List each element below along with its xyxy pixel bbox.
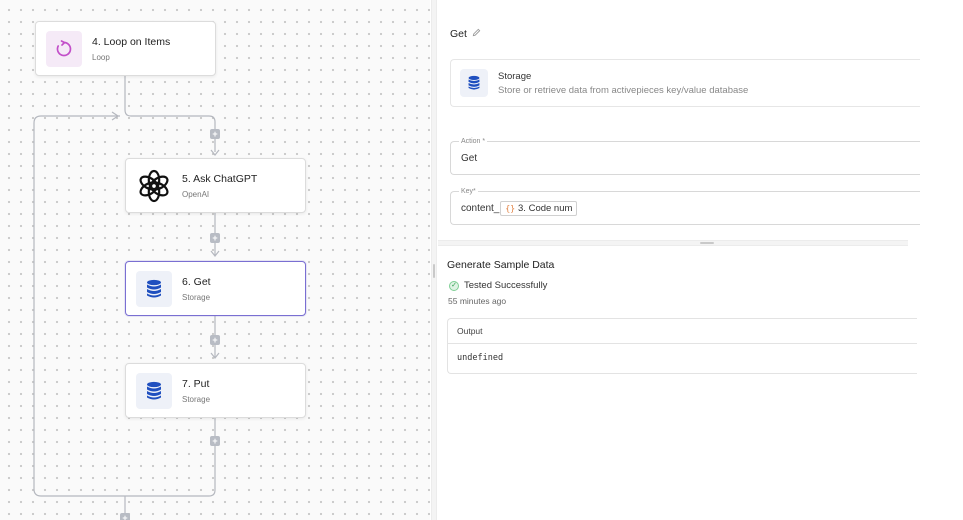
step-subtitle: Storage <box>182 293 211 302</box>
key-label: Key* <box>459 187 478 196</box>
step-settings-panel: Get Storage Store or retrieve data from … <box>438 0 920 520</box>
step-card-ask-chatgpt[interactable]: 5. Ask ChatGPT OpenAI <box>125 158 306 213</box>
add-step-button[interactable]: + <box>120 513 130 520</box>
key-prefix: content_ <box>461 203 500 214</box>
step-title: 7. Put <box>182 378 210 390</box>
step-name: Get <box>450 28 467 40</box>
action-value: Get <box>461 153 478 164</box>
step-card-loop-on-items[interactable]: 4. Loop on Items Loop <box>35 21 216 76</box>
add-step-button[interactable]: + <box>210 436 220 446</box>
sample-data-title: Generate Sample Data <box>447 259 555 271</box>
pencil-icon[interactable] <box>472 28 481 40</box>
output-label: Output <box>448 319 917 344</box>
output-value[interactable]: undefined <box>448 344 917 363</box>
step-title: 4. Loop on Items <box>92 36 171 48</box>
step-subtitle: Storage <box>182 395 211 404</box>
step-title: 5. Ask ChatGPT <box>182 173 258 185</box>
openai-icon <box>136 168 172 204</box>
step-card-get[interactable]: 6. Get Storage <box>125 261 306 316</box>
piece-name: Storage <box>498 70 532 82</box>
resize-grip[interactable] <box>433 264 435 278</box>
step-title: 6. Get <box>182 276 211 288</box>
output-box: Output undefined <box>447 318 917 374</box>
piece-info: Storage Store or retrieve data from acti… <box>450 59 920 107</box>
resize-grip[interactable] <box>700 242 714 244</box>
variable-chip[interactable]: {} 3. Code num <box>500 201 578 216</box>
piece-description: Store or retrieve data from activepieces… <box>498 84 749 96</box>
test-status-text: Tested Successfully <box>464 280 548 291</box>
step-subtitle: OpenAI <box>182 190 210 199</box>
database-icon <box>136 270 172 307</box>
section-resize-handle[interactable] <box>438 240 908 246</box>
action-label: Action * <box>459 137 488 146</box>
chip-label: 3. Code num <box>518 203 573 214</box>
loop-icon <box>46 30 82 67</box>
add-step-button[interactable]: + <box>210 233 220 243</box>
step-subtitle: Loop <box>92 53 110 62</box>
add-step-button[interactable]: + <box>210 335 220 345</box>
database-icon <box>460 69 488 97</box>
step-card-put[interactable]: 7. Put Storage <box>125 363 306 418</box>
add-step-button[interactable]: + <box>210 129 220 139</box>
flow-canvas[interactable]: + + + + + 4. Loop on Items Loop 5. Ask C… <box>0 0 430 520</box>
action-select[interactable]: Action * Get <box>450 137 920 175</box>
code-icon: {} <box>505 204 516 213</box>
check-icon: ✓ <box>449 280 459 291</box>
panel-resize-handle[interactable] <box>431 0 437 520</box>
test-timestamp: 55 minutes ago <box>448 296 507 306</box>
database-icon <box>136 372 172 409</box>
key-input[interactable]: Key* content_ {} 3. Code num <box>450 187 920 225</box>
test-status: ✓ Tested Successfully <box>449 280 547 291</box>
panel-title: Get <box>450 28 481 40</box>
